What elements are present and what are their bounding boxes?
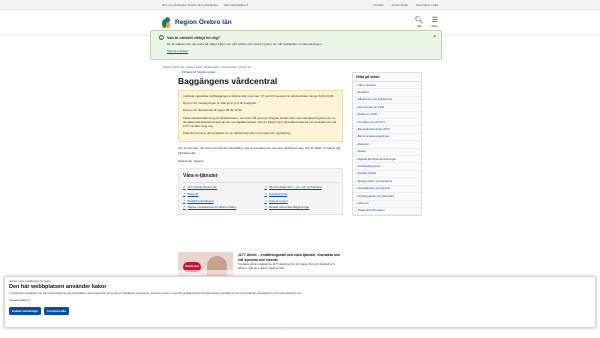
external-link-icon: ↗ — [183, 185, 186, 190]
toc-item[interactable]: › Rådgivning och tidsbokning — [353, 97, 421, 105]
info-paragraph: Drop-in för mottagningen är stängd 17 ju… — [183, 101, 257, 106]
toc-item[interactable]: › Psykisk ohälsa — [353, 171, 421, 179]
eservice-link[interactable]: ↗ Beställ journalkopia — [183, 198, 257, 204]
toc-item[interactable]: › Kontakta oss via 1177 — [353, 119, 421, 127]
external-link-icon: ↗ — [264, 191, 268, 196]
toc-item[interactable]: › Hitta oss — [353, 201, 421, 208]
eservice-link[interactable]: ↗ Beställ våra hälsorådgivningar — [265, 206, 339, 210]
search-icon: 🔍︎ — [414, 17, 424, 24]
info-paragraph: Drop-in för laboratoriet är öppet 08.00-… — [183, 108, 243, 113]
toc-item[interactable]: › Hos oss kan du träffa — [353, 104, 421, 112]
eservices-panel: Våra e-tjänster ↗ 1177 direkt Örebro län … — [178, 168, 343, 216]
eservice-link[interactable]: ↗ 1177 direkt Örebro län — [183, 185, 257, 190]
toc-item[interactable]: › Barnavårdscentralen BVC — [353, 126, 421, 134]
info-paragraph: Ändrade öppettider på Baggängens vårdcen… — [183, 94, 335, 98]
site-logo[interactable]: Region Örebro län — [162, 16, 232, 29]
notice-title: Vad är särskilt viktigt för dig? — [167, 35, 221, 40]
eservice-link[interactable]: ↗ Skicka meddelande till vårdcentralen — [183, 206, 257, 210]
toc-item[interactable]: › Sjukgymnast / fysioterapeut — [353, 178, 421, 186]
toc-item[interactable]: › Dietist — [353, 149, 421, 157]
external-link-icon: ↗ — [264, 185, 268, 190]
toc-item[interactable]: › Friskvårdsgrupper — [353, 163, 421, 171]
breadcrumb[interactable]: Region Örebro län › Hälsa & vård › Vårdc… — [163, 66, 251, 69]
search-button[interactable]: 🔍︎ Sök — [415, 17, 424, 28]
external-link-icon: ↗ — [264, 205, 268, 210]
about-link[interactable]: Om oss på Region Örebro läns webbplats — [162, 3, 218, 7]
menu-label: Meny — [431, 25, 438, 28]
body-paragraph: Om du inte kan, har ännu inte fått din b… — [178, 146, 341, 155]
external-link-icon: ↗ — [183, 205, 186, 210]
necessary-only-button[interactable]: Endast nödvändiga — [9, 307, 41, 315]
cookie-settings-label: Hantera dina inställningar för kakor — [9, 280, 51, 283]
opening-hours-info: Ändrade öppettider på Baggängens vårdcen… — [178, 90, 343, 143]
toc-item[interactable]: › Akutvård — [353, 89, 421, 97]
toc-item[interactable]: › Diabetes — [353, 141, 421, 149]
back-link[interactable]: ← Tillbaka till Vårdcentraler — [178, 70, 343, 74]
all-sites-dropdown[interactable]: Alla webbplatser ▾ — [224, 3, 248, 7]
logo-text: Region Örebro län — [175, 19, 232, 26]
main-content: ← Tillbaka till Vårdcentraler Baggängens… — [178, 70, 343, 216]
eservice-link[interactable]: ↗ Förnya recept — [264, 198, 339, 204]
external-link-icon: ↗ — [183, 191, 186, 196]
search-label: Sök — [416, 25, 422, 28]
cookie-text: Vi använder webbkakor för att vissa funk… — [9, 291, 302, 295]
check-word-link[interactable]: Kontrollera ordet — [416, 3, 438, 7]
toc-item[interactable]: › Barnmorskemottagningen — [353, 134, 421, 142]
page-title: Baggängens vårdcentral — [178, 76, 278, 86]
info-icon: i — [159, 35, 164, 40]
cookie-banner: Hantera dina inställningar för kakor Den… — [4, 276, 596, 328]
promo-title[interactable]: 1177 direkt – ersättningsrätt och nära t… — [238, 253, 343, 262]
external-link-icon: ↗ — [183, 198, 186, 203]
other-languages-link[interactable]: Andra språk — [392, 3, 408, 7]
eservice-link[interactable]: ↗ Avbokning tid — [264, 191, 339, 197]
top-utility-bar: Om oss på Region Örebro läns webbplats A… — [0, 0, 600, 10]
body-paragraph: Hälsningar, Region. — [178, 158, 205, 163]
open-survey-link[interactable]: Öppna enkäten — [167, 49, 433, 53]
eservice-link[interactable]: ↗ Mina bokade tider – av- och ombokning — [264, 185, 339, 190]
hamburger-icon: ☰ — [431, 17, 438, 24]
toc-item[interactable]: › Artikla om 1000 — [353, 112, 421, 120]
toc-item[interactable]: › Våra e-tjänster — [353, 82, 421, 90]
close-icon[interactable]: × — [433, 34, 436, 40]
adjust-cookies-toggle[interactable]: Anpassa kakor ▾ — [9, 298, 591, 302]
eservices-heading: Våra e-tjänster — [183, 173, 338, 184]
toc-item[interactable]: › Digitala lärmiljöer/anteckningar — [353, 156, 421, 164]
eservice-link[interactable]: ↗ Boka tid — [183, 191, 257, 197]
toc-item[interactable]: › Förebyggande och hälsovård — [353, 193, 421, 201]
info-paragraph: Läkemedelsavstämning på vårdcentralen i … — [183, 115, 337, 129]
toc-heading: Hitta på sidan — [353, 73, 421, 82]
cookie-title: Den här webbplatsen använder kakor — [9, 284, 107, 290]
info-paragraph: Patienter kommer att kontaktas av sin vå… — [183, 131, 292, 136]
accept-all-button[interactable]: Acceptera alla — [43, 307, 69, 315]
page-toc: Hitta på sidan › Våra e-tjänster › Akutv… — [352, 72, 422, 217]
survey-notice: i Vad är särskilt viktigt för dig? Du är… — [150, 30, 442, 60]
region-logo-icon — [162, 16, 171, 29]
external-link-icon: ↗ — [264, 198, 268, 203]
notice-text: Du är välkommen att svara på några frågo… — [167, 42, 323, 46]
menu-button[interactable]: ☰ Meny — [432, 17, 438, 28]
contact-link[interactable]: Kontakt — [373, 3, 383, 7]
toc-item[interactable]: › Socialtjänsten vid Varsinfo — [353, 186, 421, 194]
toc-item[interactable]: › Relaterad information — [353, 208, 421, 216]
